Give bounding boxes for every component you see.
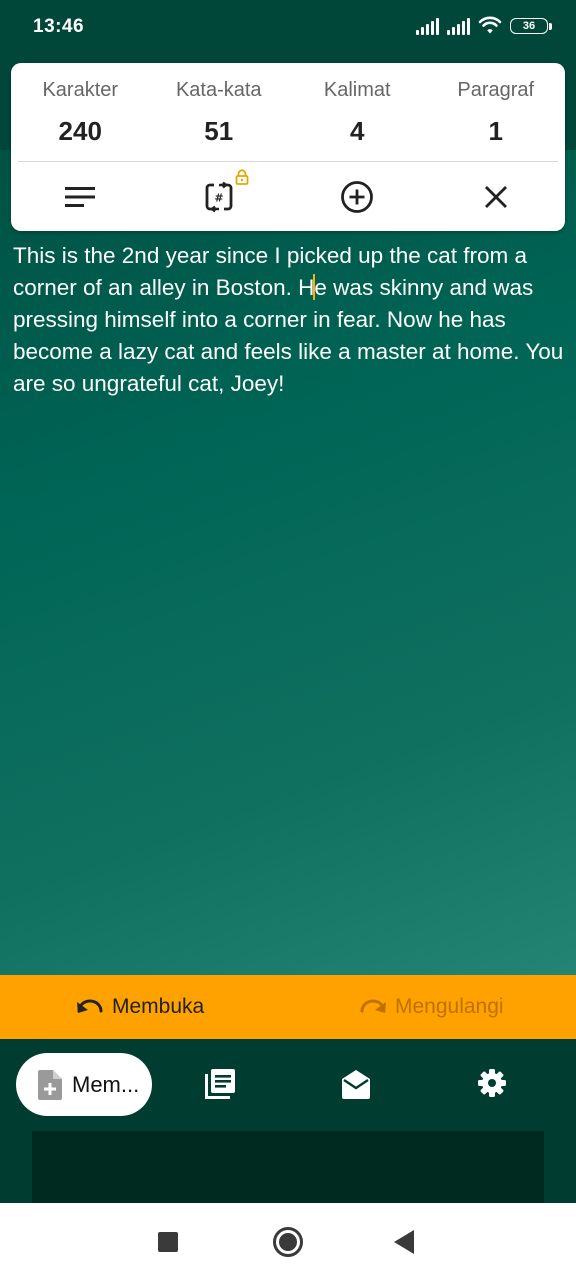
history-bar: Membuka Mengulangi [0, 975, 576, 1039]
mail-open-icon [342, 1070, 370, 1099]
ad-banner [32, 1131, 544, 1203]
back-button[interactable] [394, 1230, 416, 1259]
stat-paragraphs: Paragraf 1 [427, 63, 566, 161]
redo-icon [360, 999, 386, 1013]
wifi-icon [478, 16, 502, 34]
stat-value: 4 [350, 116, 365, 146]
stat-words: Kata-kata 51 [150, 63, 289, 161]
stats-row: Karakter 240 Kata-kata 51 Kalimat 4 Para… [11, 63, 565, 161]
battery-level: 36 [522, 19, 536, 32]
screen: 13:46 36 Karakter 240 Kata-kata 51 Kalim… [0, 0, 576, 1280]
signal-icon [447, 17, 470, 35]
add-button[interactable] [288, 162, 427, 231]
battery-icon: 36 [510, 17, 552, 34]
number-replace-icon: # [205, 181, 233, 212]
align-button[interactable] [11, 162, 150, 231]
stat-value: 1 [488, 116, 503, 146]
undo-icon [77, 999, 103, 1013]
nav-item-settings[interactable] [478, 1069, 506, 1102]
new-document-icon [38, 1069, 62, 1100]
status-time: 13:46 [33, 16, 85, 37]
bottom-navigation: Mem... [0, 1039, 576, 1203]
number-replace-button[interactable]: # [150, 162, 289, 231]
svg-text:#: # [214, 191, 223, 204]
status-bar: 13:46 36 [0, 0, 576, 56]
stat-label: Kata-kata [175, 79, 262, 101]
redo-button[interactable]: Mengulangi [293, 975, 576, 1039]
toolbar: # [11, 162, 565, 231]
nav-item-mail[interactable] [342, 1069, 370, 1104]
nav-active-label: Mem... [72, 1071, 140, 1097]
undo-button[interactable]: Membuka [0, 975, 293, 1039]
system-navigation [0, 1203, 576, 1280]
status-icons: 36 [416, 16, 552, 35]
settings-icon [478, 1069, 506, 1097]
signal-icon [416, 17, 439, 35]
clear-button[interactable] [427, 162, 566, 231]
close-icon [484, 185, 507, 208]
stat-value: 51 [204, 116, 234, 146]
nav-row: Mem... [0, 1053, 576, 1117]
editor-text[interactable]: This is the 2nd year since I picked up t… [13, 240, 565, 400]
stat-sentences: Kalimat 4 [288, 63, 427, 161]
stat-characters: Karakter 240 [11, 63, 150, 161]
stat-value: 240 [58, 116, 102, 146]
align-left-icon [65, 186, 96, 207]
redo-label: Mengulangi [395, 995, 504, 1018]
recents-icon [158, 1232, 178, 1252]
add-circle-icon [341, 180, 374, 213]
library-icon [205, 1069, 235, 1099]
nav-item-library[interactable] [205, 1069, 235, 1104]
recents-button[interactable] [158, 1232, 178, 1257]
stat-label: Kalimat [323, 79, 391, 101]
nav-item-new-document[interactable]: Mem... [16, 1053, 152, 1116]
undo-label: Membuka [112, 995, 205, 1018]
stat-label: Karakter [42, 79, 119, 101]
home-icon [273, 1227, 303, 1257]
home-button[interactable] [272, 1226, 304, 1263]
lock-icon [235, 169, 249, 185]
stat-label: Paragraf [457, 79, 535, 101]
stats-card: Karakter 240 Kata-kata 51 Kalimat 4 Para… [11, 63, 565, 231]
back-icon [394, 1230, 414, 1254]
